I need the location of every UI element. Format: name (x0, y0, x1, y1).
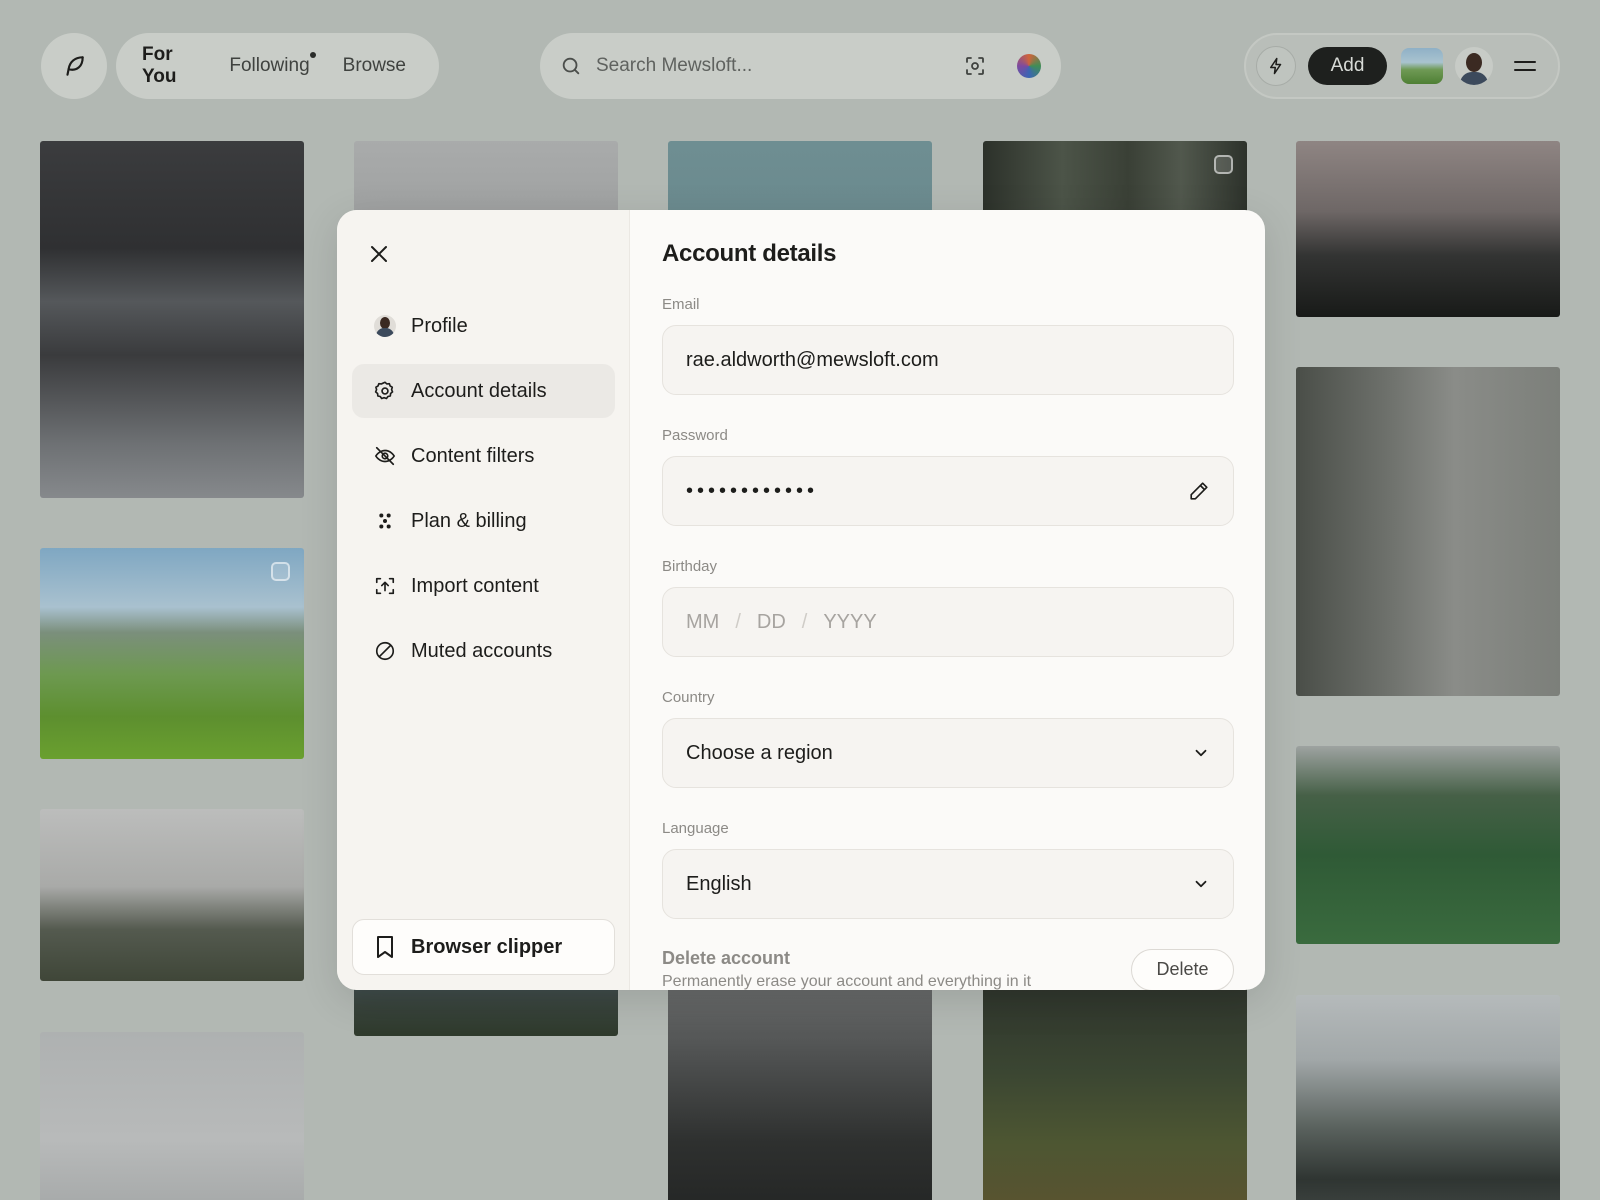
settings-nav: Profile Account details Content filters … (352, 299, 615, 689)
gear-icon (374, 380, 396, 402)
delete-account-title: Delete account (662, 948, 791, 968)
sidebar-item-import-content[interactable]: Import content (352, 559, 615, 613)
hamburger-menu-icon (1514, 61, 1536, 71)
browser-clipper-button[interactable]: Browser clipper (352, 919, 615, 975)
page-title: Account details (662, 240, 837, 267)
image-tile[interactable] (1296, 995, 1560, 1200)
language-value: English (686, 872, 752, 895)
lightning-icon (1270, 57, 1282, 75)
edit-password-button[interactable] (1188, 480, 1210, 502)
sidebar-item-label: Muted accounts (411, 639, 553, 662)
notification-dot (309, 52, 316, 58)
password-label: Password (662, 427, 728, 444)
import-icon (374, 575, 396, 597)
tab-browse[interactable]: Browse (343, 55, 406, 77)
birthday-field[interactable]: MM / DD / YYYY (662, 587, 1234, 657)
search-bar (540, 33, 1061, 99)
email-field-container (662, 325, 1234, 395)
search-icon (562, 57, 580, 75)
browser-clipper-label: Browser clipper (411, 935, 563, 958)
sidebar-item-content-filters[interactable]: Content filters (352, 429, 615, 483)
image-tile[interactable] (668, 980, 932, 1200)
image-tile[interactable] (983, 141, 1247, 221)
sidebar-item-label: Account details (411, 379, 547, 402)
visual-search-icon[interactable] (963, 54, 987, 78)
sidebar-item-muted-accounts[interactable]: Muted accounts (352, 624, 615, 678)
delete-account-section: Delete account Permanently erase your ac… (662, 948, 1234, 990)
eye-off-icon (374, 445, 396, 467)
birthday-year-input[interactable]: YYYY (823, 611, 876, 634)
bookmark-icon (375, 935, 395, 959)
language-select[interactable]: English (662, 849, 1234, 919)
workspace-thumbnail[interactable] (1401, 48, 1443, 84)
email-field[interactable] (686, 348, 1210, 372)
image-tile[interactable] (1296, 141, 1560, 317)
sidebar-item-account-details[interactable]: Account details (352, 364, 615, 418)
country-value: Choose a region (686, 741, 833, 764)
settings-modal: Profile Account details Content filters … (337, 210, 1265, 990)
delete-button[interactable]: Delete (1131, 948, 1234, 990)
close-button[interactable] (365, 240, 393, 268)
add-button[interactable]: Add (1308, 47, 1387, 85)
image-tile[interactable] (40, 548, 304, 759)
image-tile[interactable] (40, 141, 304, 498)
chevron-down-icon (1192, 875, 1210, 893)
lightning-button[interactable] (1256, 46, 1296, 86)
date-separator: / (801, 610, 808, 633)
birthday-day-input[interactable]: DD (757, 611, 786, 634)
sidebar-item-label: Content filters (411, 444, 535, 467)
feed-tabs: For You Following Browse (116, 33, 439, 99)
blocked-icon (374, 640, 396, 662)
sidebar-item-label: Plan & billing (411, 509, 527, 532)
settings-sidebar: Profile Account details Content filters … (337, 210, 630, 990)
account-details-panel: Account details Email Password •••••••••… (630, 210, 1265, 990)
avatar[interactable] (1455, 47, 1493, 85)
image-tile[interactable] (354, 141, 618, 221)
logo-button[interactable] (41, 33, 107, 99)
avatar-icon (374, 315, 396, 337)
country-label: Country (662, 689, 715, 706)
email-label: Email (662, 296, 700, 313)
sidebar-item-profile[interactable]: Profile (352, 299, 615, 353)
tab-following[interactable]: Following (229, 52, 316, 77)
image-tile[interactable] (1296, 367, 1560, 696)
date-separator: / (735, 610, 741, 633)
search-input[interactable] (596, 55, 963, 77)
feather-icon (66, 56, 84, 76)
birthday-month-input[interactable]: MM (686, 611, 719, 634)
image-tile[interactable] (40, 1032, 304, 1200)
image-tile[interactable] (668, 141, 932, 221)
language-label: Language (662, 820, 729, 837)
password-value: •••••••••••• (686, 479, 819, 502)
user-actions: Add (1244, 33, 1560, 99)
color-filter-icon[interactable] (1017, 54, 1041, 78)
image-tile[interactable] (983, 980, 1247, 1200)
delete-account-description: Permanently erase your account and every… (662, 973, 1032, 990)
birthday-label: Birthday (662, 558, 718, 575)
dots-icon (374, 510, 396, 532)
tab-for-you[interactable]: For You (142, 44, 196, 88)
select-checkbox-icon[interactable] (271, 562, 290, 581)
sidebar-item-label: Import content (411, 574, 539, 597)
chevron-down-icon (1192, 744, 1210, 762)
sidebar-item-label: Profile (411, 314, 468, 337)
country-select[interactable]: Choose a region (662, 718, 1234, 788)
tab-following-label: Following (229, 55, 310, 76)
menu-button[interactable] (1513, 58, 1537, 74)
select-checkbox-icon[interactable] (1214, 155, 1233, 174)
password-field[interactable]: •••••••••••• (662, 456, 1234, 526)
sidebar-item-plan-billing[interactable]: Plan & billing (352, 494, 615, 548)
pencil-icon (1190, 482, 1208, 500)
close-icon (371, 246, 387, 262)
image-tile[interactable] (40, 809, 304, 981)
image-tile[interactable] (1296, 746, 1560, 944)
